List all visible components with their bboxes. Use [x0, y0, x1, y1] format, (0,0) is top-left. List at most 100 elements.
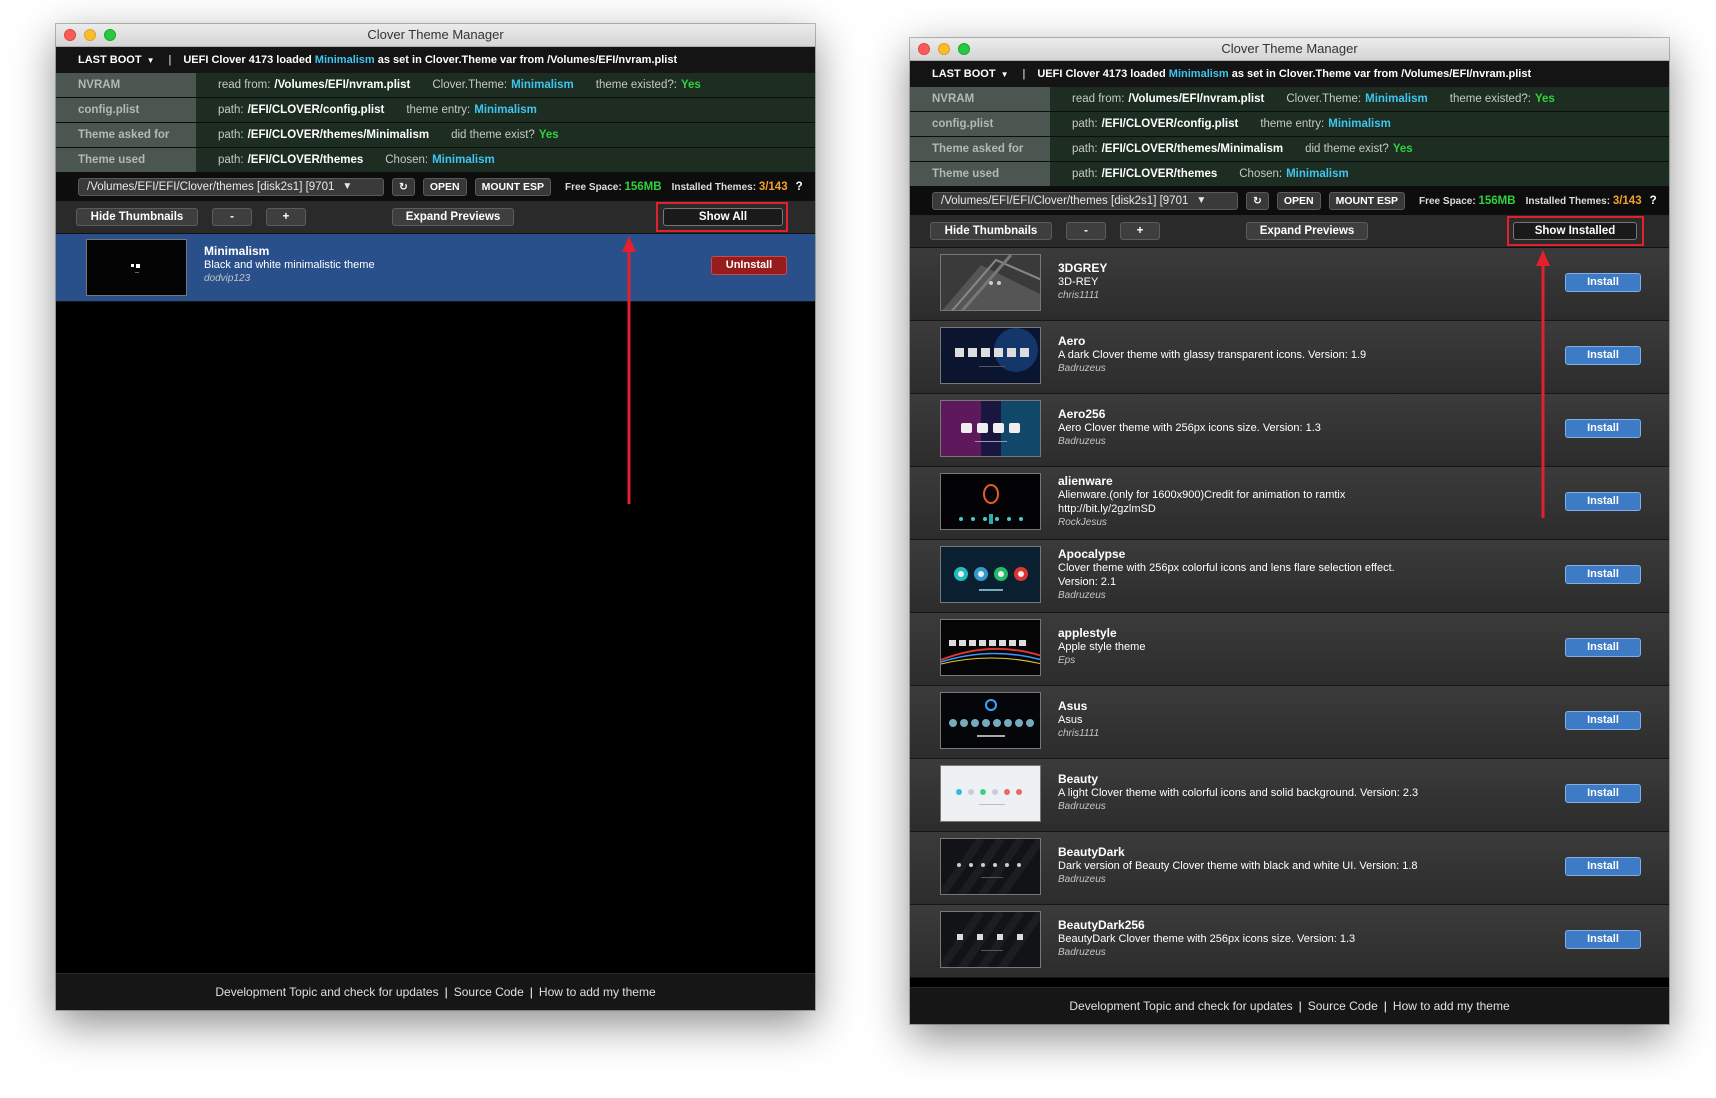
highlight-box	[1507, 216, 1644, 246]
title-bar[interactable]: Clover Theme Manager	[910, 38, 1669, 61]
source-code-link[interactable]: Source Code	[454, 985, 524, 999]
theme-thumbnail	[940, 473, 1041, 530]
how-to-add-link[interactable]: How to add my theme	[539, 985, 656, 999]
zoom-in-button[interactable]: +	[1120, 222, 1160, 240]
last-boot-menu[interactable]: LAST BOOT ▼	[78, 54, 154, 66]
path-bar: /Volumes/EFI/EFI/Clover/themes [disk2s1]…	[910, 187, 1669, 215]
install-button[interactable]: Install	[1565, 346, 1641, 365]
source-code-link[interactable]: Source Code	[1308, 999, 1378, 1013]
install-button[interactable]: Install	[1565, 711, 1641, 730]
theme-description: Dark version of Beauty Clover theme with…	[1058, 860, 1418, 872]
theme-row[interactable]: Aero256 Aero Clover theme with 256px icon…	[910, 394, 1669, 467]
theme-row[interactable]: BeautyDark256 BeautyDark Clover theme wit…	[910, 905, 1669, 978]
theme-row[interactable]: 3DGREY 3D-REY chris1111 Install	[910, 248, 1669, 321]
title-bar[interactable]: Clover Theme Manager	[56, 24, 815, 47]
expand-previews-button[interactable]: Expand Previews	[392, 208, 514, 226]
theme-name: BeautyDark	[1058, 845, 1125, 859]
install-button[interactable]: Install	[1565, 784, 1641, 803]
install-button[interactable]: Install	[1565, 565, 1641, 584]
footer: Development Topic and check for updates …	[56, 973, 815, 1010]
info-key: Theme asked for	[56, 123, 196, 147]
theme-row[interactable]: Beauty A light Clover theme with colorful…	[910, 759, 1669, 832]
uninstall-button[interactable]: UnInstall	[711, 256, 787, 275]
mount-esp-button[interactable]: MOUNT ESP	[1328, 192, 1405, 210]
theme-row[interactable]: applestyle Apple style theme Eps Install	[910, 613, 1669, 686]
install-button[interactable]: Install	[1565, 930, 1641, 949]
theme-description: Asus	[1058, 714, 1083, 726]
boot-theme: Minimalism	[1168, 68, 1229, 80]
theme-description: A light Clover theme with colorful icons…	[1058, 787, 1419, 799]
open-button[interactable]: OPEN	[422, 178, 467, 196]
info-row-nvram: NVRAM read from:/Volumes/EFI/nvram.plist…	[910, 87, 1669, 112]
theme-name: Asus	[1058, 699, 1088, 713]
theme-description: Alienware.(only for 1600x900)Credit for …	[1058, 489, 1346, 501]
dev-topic-link[interactable]: Development Topic and check for updates	[215, 985, 438, 999]
dropdown-arrow-icon: ▼	[342, 181, 353, 192]
boot-text: UEFI Clover 4173 loaded	[1037, 68, 1166, 80]
theme-row[interactable]: BeautyDark Dark version of Beauty Clover …	[910, 832, 1669, 905]
info-key: config.plist	[910, 112, 1050, 136]
info-key: NVRAM	[56, 73, 196, 97]
theme-row[interactable]: Apocalypse Clover theme with 256px colorf…	[910, 540, 1669, 613]
footer-separator: |	[1383, 999, 1387, 1013]
info-row-used: Theme used path:/EFI/CLOVER/themes Chosen…	[910, 162, 1669, 187]
info-row-config: config.plist path:/EFI/CLOVER/config.pli…	[56, 98, 815, 123]
theme-name: alienware	[1058, 474, 1113, 488]
theme-thumbnail	[940, 327, 1041, 384]
close-button[interactable]	[918, 43, 930, 55]
installed-label: Installed Themes:	[671, 181, 757, 193]
caret-down-icon: ▼	[146, 56, 155, 65]
install-button[interactable]: Install	[1565, 419, 1641, 438]
zoom-button[interactable]	[104, 29, 116, 41]
help-icon[interactable]: ?	[796, 181, 803, 193]
dev-topic-link[interactable]: Development Topic and check for updates	[1069, 999, 1292, 1013]
theme-name: applestyle	[1058, 626, 1117, 640]
zoom-out-button[interactable]: -	[212, 208, 252, 226]
minimize-button[interactable]	[84, 29, 96, 41]
path-bar: /Volumes/EFI/EFI/Clover/themes [disk2s1]…	[56, 173, 815, 201]
boot-text-after: as set in Clover.Theme var from /Volumes…	[1231, 68, 1532, 80]
mount-esp-button[interactable]: MOUNT ESP	[474, 178, 551, 196]
theme-list: 3DGREY 3D-REY chris1111 Install Aero A dark C…	[910, 248, 1669, 987]
info-row-nvram: NVRAM read from:/Volumes/EFI/nvram.plist…	[56, 73, 815, 98]
last-boot-menu[interactable]: LAST BOOT ▼	[932, 68, 1008, 80]
highlight-box	[656, 202, 788, 232]
theme-row-minimalism[interactable]: Minimalism Black and white minimalistic …	[56, 234, 815, 302]
install-button[interactable]: Install	[1565, 857, 1641, 876]
zoom-out-button[interactable]: -	[1066, 222, 1106, 240]
open-button[interactable]: OPEN	[1276, 192, 1321, 210]
install-button[interactable]: Install	[1565, 638, 1641, 657]
hide-thumbnails-button[interactable]: Hide Thumbnails	[76, 208, 198, 226]
zoom-button[interactable]	[958, 43, 970, 55]
theme-row[interactable]: alienware Alienware.(only for 1600x900)Cr…	[910, 467, 1669, 540]
expand-previews-button[interactable]: Expand Previews	[1246, 222, 1368, 240]
how-to-add-link[interactable]: How to add my theme	[1393, 999, 1510, 1013]
refresh-button[interactable]: ↻	[1246, 192, 1269, 210]
boot-theme: Minimalism	[314, 54, 375, 66]
theme-row[interactable]: Asus Asus chris1111 Install	[910, 686, 1669, 759]
footer-separator: |	[444, 985, 448, 999]
red-arrow-annotation	[622, 236, 636, 504]
install-button[interactable]: Install	[1565, 492, 1641, 511]
close-button[interactable]	[64, 29, 76, 41]
info-key: Theme used	[910, 162, 1050, 186]
zoom-in-button[interactable]: +	[266, 208, 306, 226]
theme-name: Aero	[1058, 334, 1086, 348]
theme-thumbnail	[940, 911, 1041, 968]
refresh-button[interactable]: ↻	[392, 178, 415, 196]
minimize-button[interactable]	[938, 43, 950, 55]
theme-thumbnail	[940, 765, 1041, 822]
themes-path-select[interactable]: /Volumes/EFI/EFI/Clover/themes [disk2s1]…	[78, 178, 384, 196]
theme-row[interactable]: Aero A dark Clover theme with glassy tran…	[910, 321, 1669, 394]
themes-path-select[interactable]: /Volumes/EFI/EFI/Clover/themes [disk2s1]…	[932, 192, 1238, 210]
theme-name: Minimalism	[204, 244, 270, 258]
help-icon[interactable]: ?	[1650, 195, 1657, 207]
theme-author: Badruzeus	[1058, 801, 1106, 812]
free-space-value: 156MB	[624, 181, 662, 193]
hide-thumbnails-button[interactable]: Hide Thumbnails	[930, 222, 1052, 240]
free-space-value: 156MB	[1478, 195, 1516, 207]
theme-description: Clover theme with 256px colorful icons a…	[1058, 562, 1395, 574]
right-window: Clover Theme Manager LAST BOOT ▼ | UEFI C…	[910, 38, 1669, 1024]
install-button[interactable]: Install	[1565, 273, 1641, 292]
theme-author: Badruzeus	[1058, 363, 1106, 374]
